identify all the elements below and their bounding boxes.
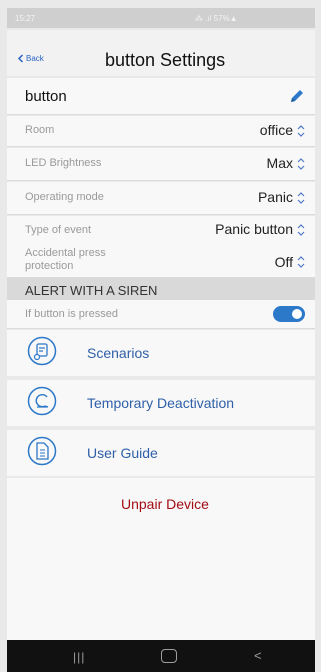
accidental-press-row[interactable]: Accidental press protection Off xyxy=(7,246,315,278)
operating-mode-label: Operating mode xyxy=(25,191,104,203)
operating-mode-row[interactable]: Operating mode Panic xyxy=(7,182,315,215)
empty-content-area xyxy=(7,526,315,640)
back-button[interactable]: Back xyxy=(17,54,44,63)
guide-icon xyxy=(27,436,57,466)
recent-apps-button[interactable]: ||| xyxy=(73,650,85,664)
system-navigation-bar: ||| < xyxy=(7,640,315,672)
accidental-press-value: Off xyxy=(274,254,293,270)
chevron-left-icon xyxy=(17,54,24,63)
led-brightness-row[interactable]: LED Brightness Max xyxy=(7,148,315,181)
menu-label-temporary-deactivation: Temporary Deactivation xyxy=(87,395,235,411)
navigation-bar: Back button Settings xyxy=(7,30,315,76)
accidental-press-label: Accidental press protection xyxy=(25,247,106,272)
menu-label-scenarios: Scenarios xyxy=(87,345,150,361)
room-label: Room xyxy=(25,124,55,136)
siren-toggle-label: If button is pressed xyxy=(25,308,118,320)
scenarios-icon xyxy=(27,336,57,366)
home-button[interactable] xyxy=(161,649,177,663)
chevron-updown-icon xyxy=(297,125,305,137)
system-back-button[interactable]: < xyxy=(254,648,262,663)
type-of-event-row[interactable]: Type of event Panic button xyxy=(7,216,315,247)
type-of-event-label: Type of event xyxy=(25,224,92,236)
unpair-device-button[interactable]: Unpair Device xyxy=(7,478,315,526)
chevron-updown-icon xyxy=(297,192,305,204)
toggle-knob xyxy=(292,309,302,319)
device-name-row[interactable]: button xyxy=(7,78,315,115)
menu-item-user-guide[interactable]: User Guide xyxy=(7,430,315,476)
chevron-updown-icon xyxy=(297,224,305,236)
operating-mode-value: Panic xyxy=(257,189,293,205)
status-icons: ⁂ .ıl 57%▲ xyxy=(195,14,238,23)
room-row[interactable]: Room office xyxy=(7,116,315,147)
led-brightness-value: Max xyxy=(266,155,293,171)
menu-label-user-guide: User Guide xyxy=(87,445,158,461)
chevron-updown-icon xyxy=(297,256,305,268)
deactivation-icon xyxy=(27,386,57,416)
status-bar: 15:27 ⁂ .ıl 57%▲ xyxy=(7,8,315,28)
page-title: button Settings xyxy=(105,50,226,70)
section-header-siren: ALERT WITH A SIREN xyxy=(7,278,315,300)
room-value: office xyxy=(259,122,293,138)
back-label: Back xyxy=(26,54,44,63)
menu-item-temporary-deactivation[interactable]: Temporary Deactivation xyxy=(7,380,315,426)
section-title: ALERT WITH A SIREN xyxy=(25,283,158,298)
status-time: 15:27 xyxy=(15,14,36,23)
menu-item-scenarios[interactable]: Scenarios xyxy=(7,330,315,376)
led-brightness-label: LED Brightness xyxy=(25,157,102,169)
edit-pencil-icon[interactable] xyxy=(288,88,305,105)
device-name: button xyxy=(25,88,67,105)
chevron-updown-icon xyxy=(297,158,305,170)
siren-toggle-row[interactable]: If button is pressed xyxy=(7,300,315,329)
siren-toggle[interactable] xyxy=(273,306,305,322)
unpair-device-label: Unpair Device xyxy=(121,496,209,512)
type-of-event-value: Panic button xyxy=(215,221,293,237)
